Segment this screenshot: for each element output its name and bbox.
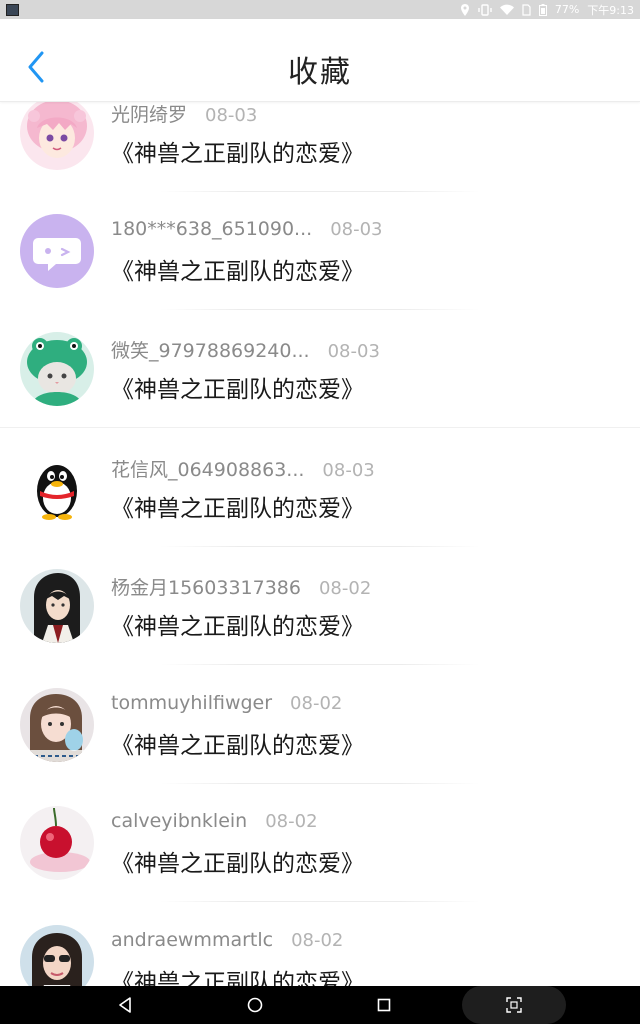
system-nav-bar — [0, 986, 640, 1024]
vibrate-icon — [478, 3, 492, 16]
item-meta: calveyibnklein 08-02 — [111, 810, 318, 832]
avatar[interactable] — [20, 96, 94, 170]
list-item[interactable]: 光阴绮罗 08-03 《神兽之正副队的恋爱》 — [0, 96, 640, 192]
date: 08-03 — [330, 219, 383, 240]
divider — [160, 901, 480, 902]
date: 08-02 — [291, 930, 344, 951]
cat-frog-hat-avatar-icon — [20, 332, 94, 406]
nav-screenshot-button[interactable] — [462, 986, 566, 1024]
nav-back-button[interactable] — [95, 986, 155, 1024]
item-meta: 光阴绮罗 08-03 — [111, 100, 257, 127]
item-meta: 花信风_064908863... 08-03 — [111, 455, 375, 482]
avatar[interactable] — [20, 688, 94, 762]
sim-icon — [522, 3, 531, 16]
username: 微笑_97978869240... — [111, 340, 310, 362]
work-title[interactable]: 《神兽之正副队的恋爱》 — [111, 370, 364, 404]
date: 08-03 — [327, 341, 380, 362]
wifi-icon — [499, 4, 514, 15]
item-meta: andraewmmartlc 08-02 — [111, 929, 343, 951]
username: 光阴绮罗 — [111, 104, 188, 126]
work-title[interactable]: 《神兽之正副队的恋爱》 — [111, 726, 364, 760]
app-header: 收藏 — [0, 19, 640, 102]
work-title[interactable]: 《神兽之正副队的恋爱》 — [111, 963, 364, 986]
avatar[interactable] — [20, 569, 94, 643]
divider — [0, 427, 640, 428]
work-title[interactable]: 《神兽之正副队的恋爱》 — [111, 489, 364, 523]
nav-home-button[interactable] — [225, 986, 285, 1024]
avatar[interactable] — [20, 925, 94, 986]
item-meta: 微笑_97978869240... 08-03 — [111, 336, 380, 363]
woman-photo-avatar-icon — [20, 925, 94, 986]
item-meta: 180***638_651090... 08-03 — [111, 218, 383, 240]
username: andraewmmartlc — [111, 929, 274, 951]
date: 08-03 — [322, 460, 375, 481]
date: 08-02 — [290, 693, 343, 714]
page-title: 收藏 — [288, 55, 352, 90]
purple-chat-avatar-icon — [20, 214, 94, 288]
avatar[interactable] — [20, 451, 94, 525]
work-title[interactable]: 《神兽之正副队的恋爱》 — [111, 134, 364, 168]
username: 180***638_651090... — [111, 218, 313, 240]
list-item[interactable]: 微笑_97978869240... 08-03 《神兽之正副队的恋爱》 — [0, 310, 640, 428]
username: 花信风_064908863... — [111, 459, 305, 481]
item-meta: tommuyhilfiwger 08-02 — [111, 692, 342, 714]
work-title[interactable]: 《神兽之正副队的恋爱》 — [111, 844, 364, 878]
date: 08-03 — [205, 105, 258, 126]
work-title[interactable]: 《神兽之正副队的恋爱》 — [111, 607, 364, 641]
location-icon — [460, 3, 469, 16]
anime-man-avatar-icon — [20, 569, 94, 643]
username: calveyibnklein — [111, 810, 248, 832]
item-meta: 杨金月15603317386 08-02 — [111, 573, 371, 600]
screenshot-icon — [506, 997, 522, 1013]
circle-home-icon — [247, 997, 263, 1013]
penguin-avatar-icon — [20, 451, 94, 525]
favorites-list: 光阴绮罗 08-03 《神兽之正副队的恋爱》 180***638_651090.… — [0, 96, 640, 986]
work-title[interactable]: 《神兽之正副队的恋爱》 — [111, 252, 364, 286]
anime-girl-avatar-icon — [20, 96, 94, 170]
girl-photo-avatar-icon — [20, 688, 94, 762]
list-item[interactable]: 180***638_651090... 08-03 《神兽之正副队的恋爱》 — [0, 192, 640, 310]
list-item[interactable]: tommuyhilfiwger 08-02 《神兽之正副队的恋爱》 — [0, 666, 640, 784]
battery-level: 77% — [554, 3, 580, 16]
username: 杨金月15603317386 — [111, 577, 301, 599]
username: tommuyhilfiwger — [111, 692, 273, 714]
avatar[interactable] — [20, 806, 94, 880]
divider — [160, 664, 480, 665]
square-recents-icon — [377, 998, 391, 1012]
list-item[interactable]: calveyibnklein 08-02 《神兽之正副队的恋爱》 — [0, 784, 640, 902]
list-item[interactable]: andraewmmartlc 08-02 《神兽之正副队的恋爱》 — [0, 903, 640, 986]
triangle-back-icon — [119, 997, 131, 1013]
battery-icon — [538, 3, 547, 16]
app-notification-icon — [6, 3, 19, 16]
nav-recents-button[interactable] — [354, 986, 414, 1024]
list-item[interactable]: 花信风_064908863... 08-03 《神兽之正副队的恋爱》 — [0, 429, 640, 547]
clock: 下午9:13 — [587, 3, 634, 17]
avatar[interactable] — [20, 214, 94, 288]
cherry-avatar-icon — [20, 806, 94, 880]
avatar[interactable] — [20, 332, 94, 406]
list-item[interactable]: 杨金月15603317386 08-02 《神兽之正副队的恋爱》 — [0, 547, 640, 665]
date: 08-02 — [265, 811, 318, 832]
date: 08-02 — [318, 578, 372, 599]
status-bar: 77% 下午9:13 — [0, 0, 640, 19]
